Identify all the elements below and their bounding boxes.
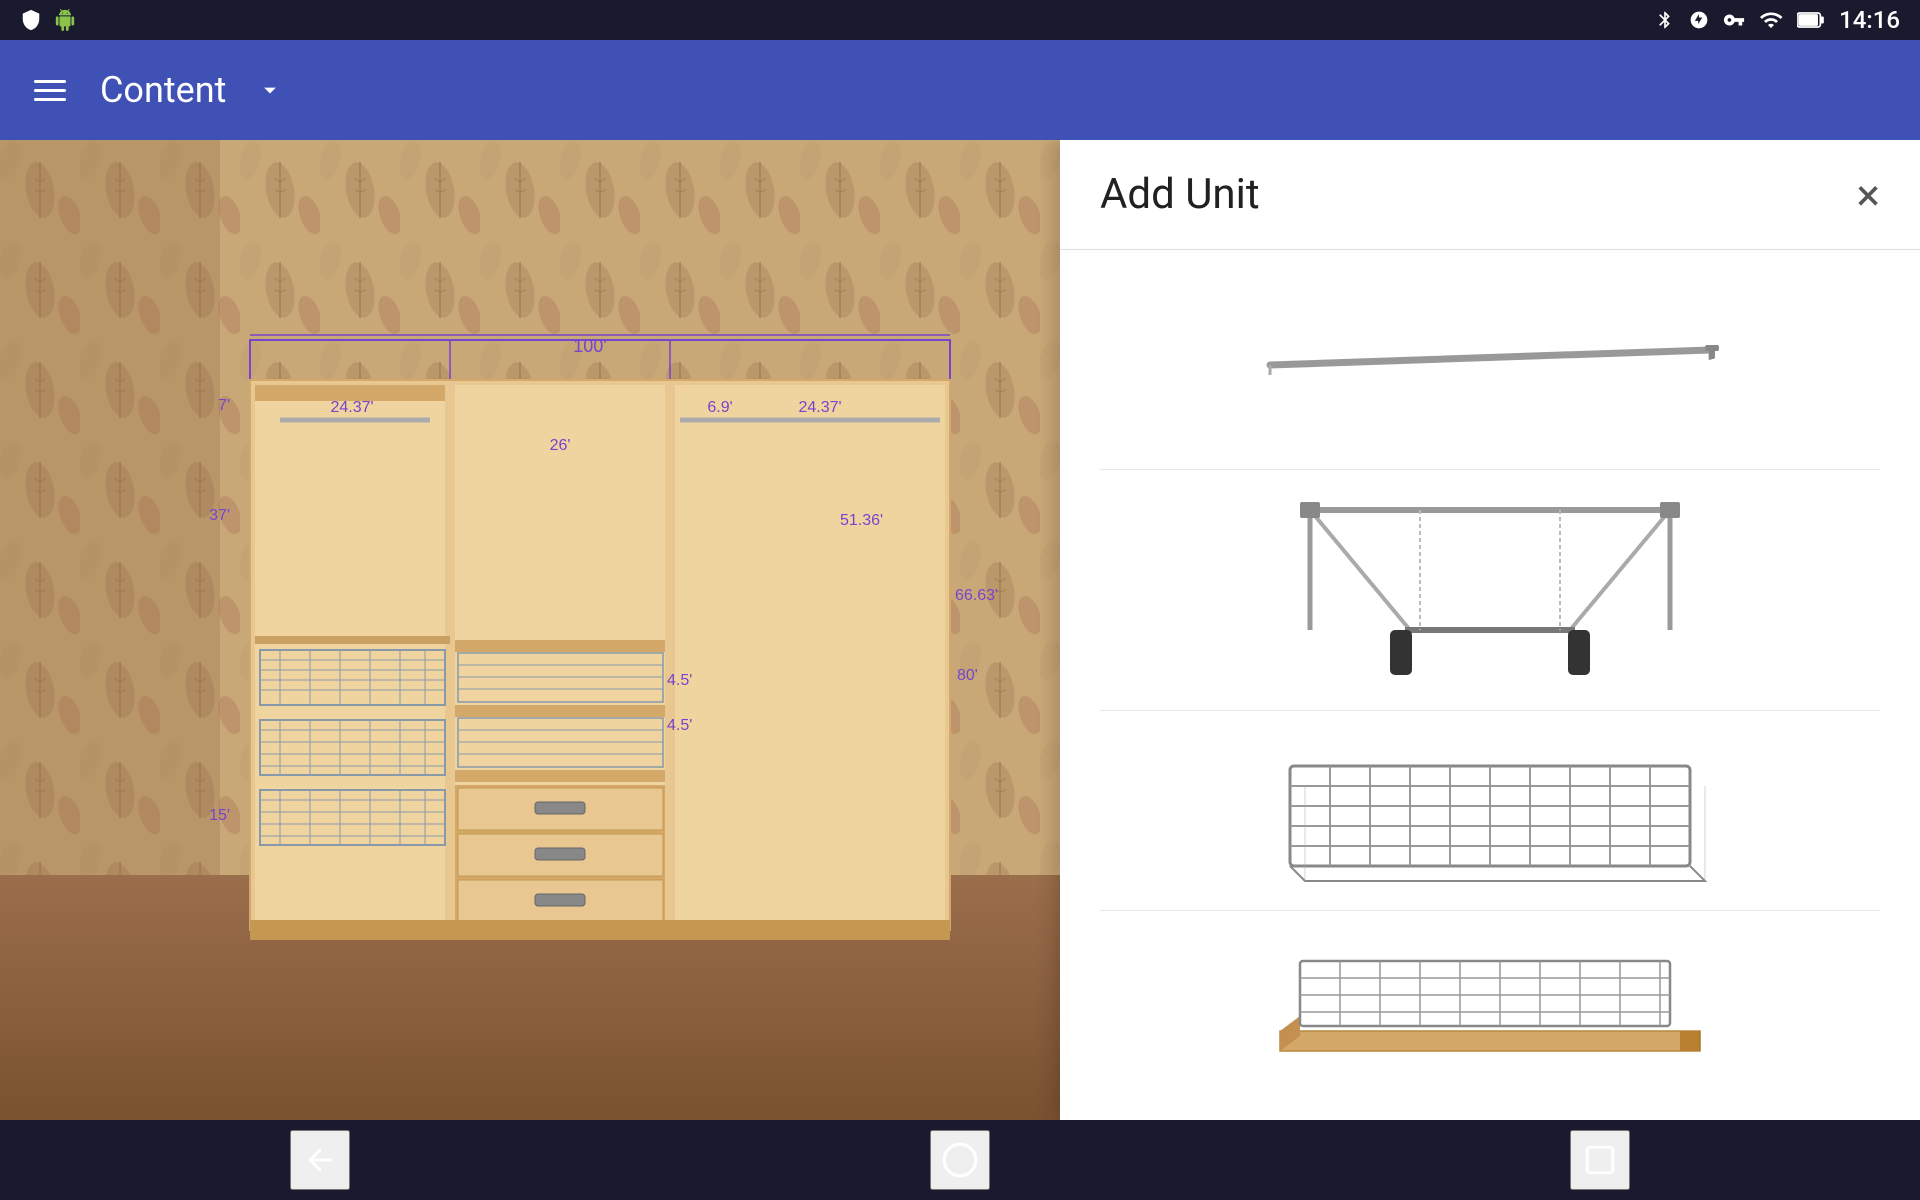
- unit-item-shelf-basket-image: [1100, 931, 1880, 1091]
- dropdown-arrow-icon[interactable]: [256, 76, 284, 104]
- unit-item-basket[interactable]: [1100, 711, 1880, 911]
- status-bar: 14:16: [0, 0, 1920, 40]
- status-left-icons: [20, 9, 76, 31]
- unit-item-rail[interactable]: [1100, 270, 1880, 470]
- main-content: 100' 7' 24.37' 26' 6.9' 24.37' 37' 51.36…: [0, 140, 1920, 1120]
- unit-item-pulldown[interactable]: [1100, 470, 1880, 711]
- svg-text:26': 26': [550, 437, 571, 454]
- panel-items-list: [1060, 250, 1920, 1120]
- android-icon: [54, 9, 76, 31]
- back-button[interactable]: [290, 1130, 350, 1190]
- unit-item-pulldown-image: [1100, 490, 1880, 690]
- svg-text:15': 15': [209, 807, 230, 824]
- battery-icon: [1797, 9, 1825, 31]
- svg-text:4.5': 4.5': [667, 717, 692, 734]
- svg-text:4.5': 4.5': [667, 672, 692, 689]
- scene-view[interactable]: 100' 7' 24.37' 26' 6.9' 24.37' 37' 51.36…: [0, 140, 1920, 1120]
- unit-item-shelf-basket[interactable]: [1100, 911, 1880, 1111]
- closet-3d-view: 100' 7' 24.37' 26' 6.9' 24.37' 37' 51.36…: [200, 330, 1000, 950]
- svg-text:66.63': 66.63': [955, 587, 998, 604]
- vpn-key-icon: [1723, 9, 1745, 31]
- unit-item-rail-image: [1100, 320, 1880, 420]
- app-title: Content: [100, 69, 226, 111]
- svg-text:100': 100': [573, 336, 606, 356]
- menu-button[interactable]: [30, 80, 70, 101]
- svg-text:37': 37': [209, 507, 230, 524]
- home-button[interactable]: [930, 1130, 990, 1190]
- shield-icon: [20, 9, 42, 31]
- svg-text:80': 80': [957, 667, 978, 684]
- unit-item-basket-image: [1100, 736, 1880, 886]
- bluetooth-icon: [1655, 10, 1675, 30]
- svg-text:24.37': 24.37': [330, 399, 373, 416]
- svg-text:51.36': 51.36': [840, 512, 883, 529]
- bottom-nav: [0, 1120, 1920, 1200]
- svg-text:24.37': 24.37': [798, 399, 841, 416]
- block-icon: [1689, 10, 1709, 30]
- panel-title: Add Unit: [1100, 170, 1260, 219]
- status-time: 14:16: [1839, 6, 1900, 34]
- svg-text:6.9': 6.9': [707, 399, 732, 416]
- panel-header: Add Unit ×: [1060, 140, 1920, 250]
- wifi-icon: [1759, 8, 1783, 32]
- svg-text:7': 7': [218, 397, 230, 414]
- status-right-icons: 14:16: [1655, 6, 1900, 34]
- app-bar: Content: [0, 40, 1920, 140]
- close-button[interactable]: ×: [1857, 173, 1880, 217]
- add-unit-panel: Add Unit ×: [1060, 140, 1920, 1120]
- recents-button[interactable]: [1570, 1130, 1630, 1190]
